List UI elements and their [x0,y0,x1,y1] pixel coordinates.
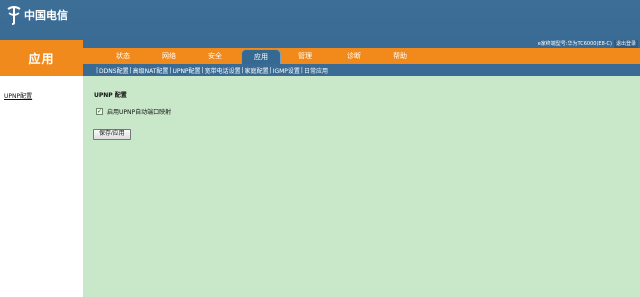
device-model-text: e家终端型号:华为TC6000(E8-C) [537,41,612,47]
main-menu: 状态 网络 安全 应用 管理 诊断 帮助 [83,48,640,64]
logout-button[interactable]: 退出登录 [613,40,638,48]
sidebar-item-upnp[interactable]: UPNP配置 [4,91,32,100]
section-title: 应用 [28,51,55,66]
submenu-item-ddns[interactable]: DDNS配置 [99,66,129,75]
checkmark-icon: ✓ [96,107,103,115]
section-header: 应用 [0,40,83,76]
menu-item-management[interactable]: 管理 [285,48,325,64]
sidebar: UPNP配置 [0,76,83,297]
china-telecom-logo-icon [7,6,21,25]
submenu-item-daily-apps[interactable]: 日常应用 [304,66,328,75]
upnp-enable-row: ✓ 启用UPNP自动端口映射 [96,107,171,116]
brand-logo-text: 中国电信 [24,9,68,22]
submenu-item-igmp[interactable]: IGMP设置 [273,66,300,75]
menu-item-diagnostics[interactable]: 诊断 [334,48,374,64]
submenu-item-family[interactable]: 家庭配置 [245,66,269,75]
submenu-item-advanced-nat[interactable]: 高级NAT配置 [133,66,169,75]
menu-item-help[interactable]: 帮助 [380,48,420,64]
sub-menu: | DDNS配置 | 高级NAT配置 | UPNP配置 | 宽带电话设置 | 家… [83,64,640,76]
upnp-enable-checkbox[interactable]: ✓ [96,108,103,115]
main-panel: UPNP 配置 ✓ 启用UPNP自动端口映射 保存/应用 [83,76,640,297]
top-banner: 中国电信 [0,0,640,40]
upnp-enable-label: 启用UPNP自动端口映射 [107,109,172,116]
submenu-item-voip[interactable]: 宽带电话设置 [205,66,241,75]
page-title: UPNP 配置 [94,92,127,99]
menu-item-security[interactable]: 安全 [195,48,235,64]
menu-item-application[interactable]: 应用 [241,49,281,64]
brand-logo: 中国电信 [6,5,68,25]
menu-item-network[interactable]: 网络 [149,48,189,64]
menu-item-status[interactable]: 状态 [103,48,143,64]
save-apply-button[interactable]: 保存/应用 [93,129,131,140]
submenu-item-upnp[interactable]: UPNP配置 [172,66,200,75]
